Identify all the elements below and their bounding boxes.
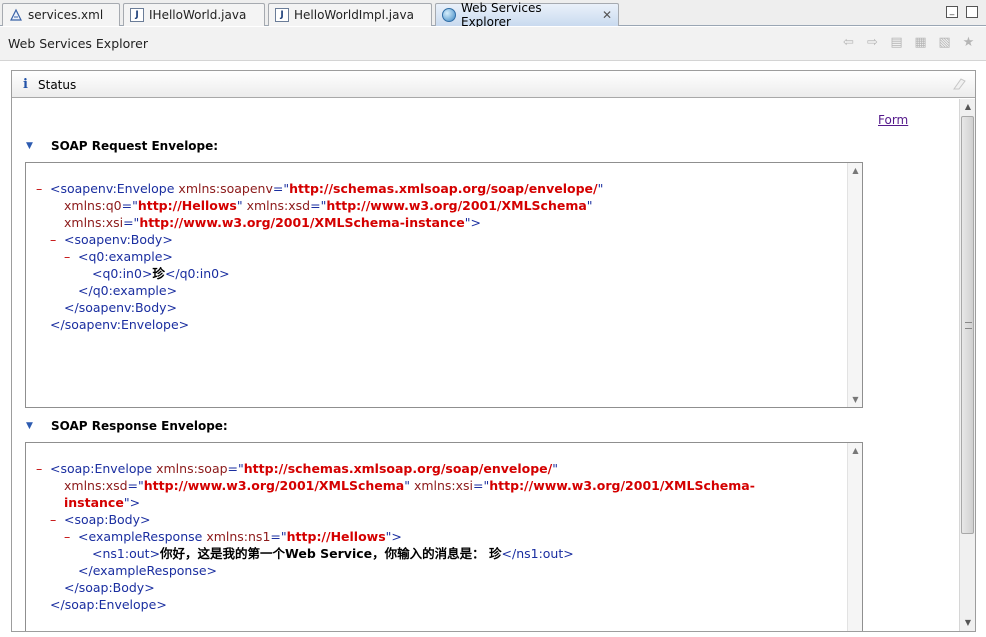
status-label: Status [38,78,77,92]
globe-icon [442,8,456,22]
response-envelope-view[interactable]: – <soap:Envelope xmlns:soap="http://schem… [25,442,863,631]
scroll-down-icon[interactable]: ▼ [960,615,976,631]
forward-arrow-icon[interactable]: ⇨ [865,35,880,50]
back-arrow-icon[interactable]: ⇦ [841,35,856,50]
editor-tab-bar: services.xml J IHelloWorld.java J HelloW… [0,0,986,29]
tab-helloworldimpl-java[interactable]: J HelloWorldImpl.java [268,3,432,26]
response-xml: – <soap:Envelope xmlns:soap="http://schem… [36,460,755,612]
scroll-up-icon[interactable]: ▲ [960,99,976,115]
collapse-marker[interactable]: – [36,180,50,197]
request-envelope-view[interactable]: – <soapenv:Envelope xmlns:soapenv="http:/… [25,162,863,408]
scroll-down-icon[interactable]: ▼ [848,392,863,407]
tab-label: HelloWorldImpl.java [294,8,414,22]
tab-web-services-explorer[interactable]: Web Services Explorer ✕ [435,1,619,29]
maximize-icon[interactable] [966,6,978,18]
scroll-up-icon[interactable]: ▲ [848,163,863,178]
status-content: Form ▼ SOAP Request Envelope: – <soapenv:… [12,99,958,631]
response-section-toggle[interactable]: ▼ SOAP Response Envelope: [26,419,228,433]
tab-label: IHelloWorld.java [149,8,247,22]
explorer-toolbar: ⇦ ⇨ ▤ ▦ ▧ ★ [841,35,976,50]
collapse-marker[interactable]: – [50,231,64,248]
favorites-star-icon[interactable]: ★ [961,35,976,50]
java-file-icon: J [275,8,289,22]
twisty-expanded-icon: ▼ [26,421,33,431]
grip-icon [965,322,972,329]
explorer-title-bar: Web Services Explorer ⇦ ⇨ ▤ ▦ ▧ ★ [0,27,986,61]
tab-ihelloworld-java[interactable]: J IHelloWorld.java [123,3,265,26]
clear-eraser-icon[interactable] [951,76,967,92]
twisty-expanded-icon: ▼ [26,141,33,151]
request-scrollbar[interactable]: ▲ ▼ [847,163,862,407]
form-link[interactable]: Form [878,113,908,127]
window-controls: _ [946,6,978,18]
info-icon: i [23,77,28,92]
scroll-up-icon[interactable]: ▲ [848,443,863,458]
uddi-page-icon[interactable]: ▧ [937,35,952,50]
collapse-marker[interactable]: – [64,528,78,545]
response-title: SOAP Response Envelope: [51,419,228,433]
request-title: SOAP Request Envelope: [51,139,219,153]
tab-label: Web Services Explorer [461,1,542,29]
java-file-icon: J [130,8,144,22]
scroll-thumb[interactable] [961,116,974,534]
collapse-marker[interactable]: – [64,248,78,265]
xml-file-icon [9,8,23,22]
collapse-marker[interactable]: – [36,460,50,477]
response-scrollbar[interactable]: ▲ [847,443,862,631]
status-scrollbar[interactable]: ▲ ▼ [959,99,975,631]
status-pane: i Status Form ▼ SOAP Request Envelope: –… [11,70,976,632]
request-xml: – <soapenv:Envelope xmlns:soapenv="http:/… [36,180,604,332]
collapse-marker[interactable]: – [50,511,64,528]
tab-services-xml[interactable]: services.xml [2,3,120,26]
request-section-toggle[interactable]: ▼ SOAP Request Envelope: [26,139,218,153]
document-icon[interactable]: ▤ [889,35,904,50]
wsdl-page-icon[interactable]: ▦ [913,35,928,50]
status-header: i Status [12,71,975,98]
minimize-icon[interactable]: _ [946,6,958,18]
tab-label: services.xml [28,8,104,22]
page-title: Web Services Explorer [8,36,148,51]
close-tab-icon[interactable]: ✕ [602,8,612,22]
